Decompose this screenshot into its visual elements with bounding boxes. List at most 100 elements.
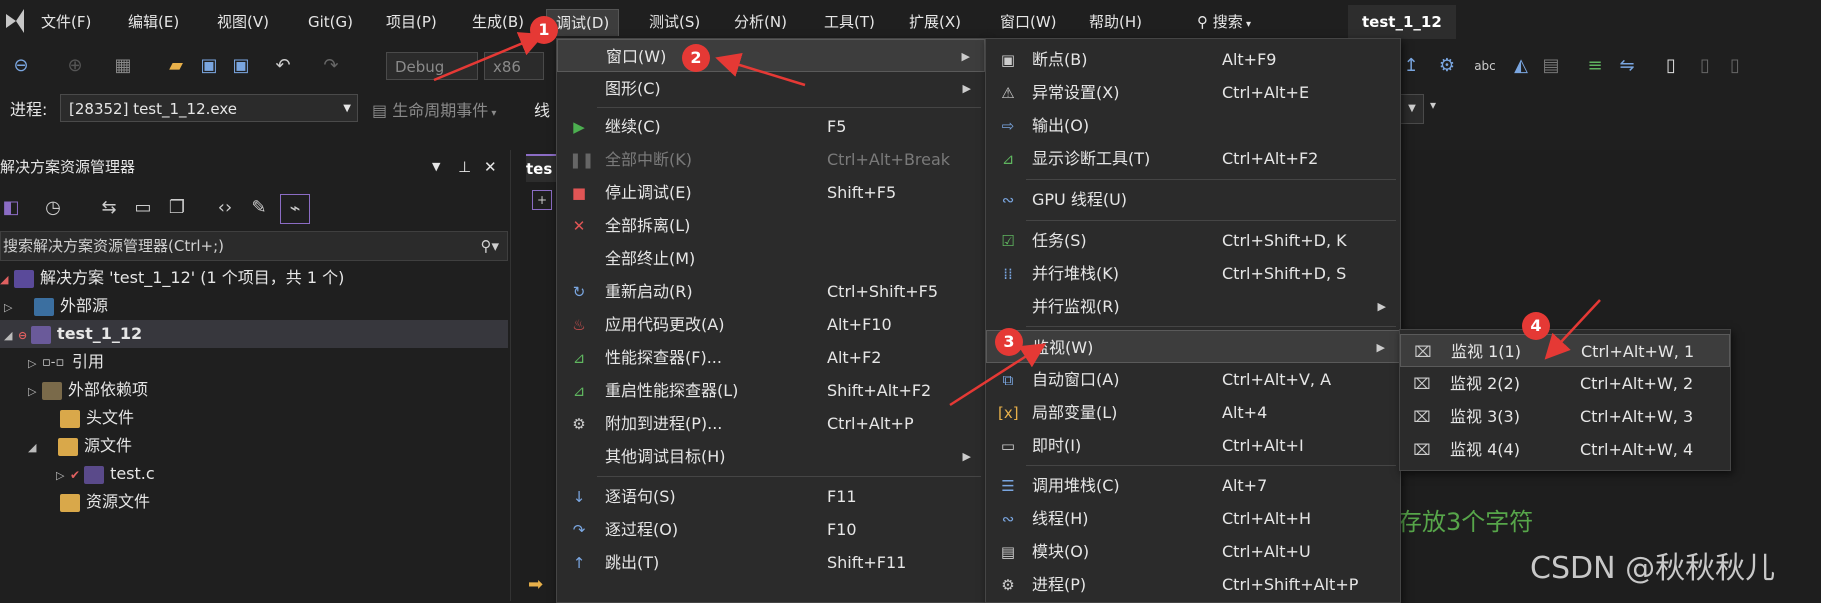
debug-menu-step-out[interactable]: ↑ 跳出(T) Shift+F11 <box>557 546 985 579</box>
close-icon[interactable]: ✕ <box>484 150 497 184</box>
menu-git[interactable]: Git(G) <box>299 9 362 35</box>
tree-project[interactable]: ◢ ⊖ test_1_12 <box>0 320 508 348</box>
window-menu-immediate[interactable]: ▭ 即时(I) Ctrl+Alt+I <box>986 429 1400 462</box>
debug-menu-continue[interactable]: ▶ 继续(C) F5 <box>557 110 985 143</box>
window-menu-watch[interactable]: 监视(W) ▶ <box>986 330 1400 363</box>
save-all-icon[interactable]: ▣ <box>230 55 252 77</box>
uncomment-icon[interactable]: ▤ <box>1540 55 1562 77</box>
menu-project[interactable]: 项目(P) <box>377 9 446 35</box>
window-menu-modules[interactable]: ▤ 模块(O) Ctrl+Alt+U <box>986 535 1400 568</box>
open-folder-icon[interactable]: ▰ <box>165 55 187 77</box>
spell-check-icon[interactable]: abc <box>1474 55 1496 77</box>
tree-test-c[interactable]: ▷ ✔ test.c <box>56 460 155 488</box>
menu-view[interactable]: 视图(V) <box>208 9 278 35</box>
redo-icon[interactable]: ↷ <box>320 55 342 77</box>
window-menu-call-stack[interactable]: ☰ 调用堆栈(C) Alt+7 <box>986 469 1400 502</box>
window-menu-parallel-stacks[interactable]: ⁞⁞ 并行堆栈(K) Ctrl+Shift+D, S <box>986 257 1400 290</box>
sync-icon[interactable]: ⇆ <box>98 197 120 219</box>
debug-menu-window[interactable]: 窗口(W) ▶ <box>557 39 985 72</box>
show-all-files-icon[interactable]: ❐ <box>166 197 188 219</box>
debug-menu-attach[interactable]: ⚙ 附加到进程(P)... Ctrl+Alt+P <box>557 407 985 440</box>
preview-selected-icon[interactable]: ⌁ <box>280 194 310 224</box>
vs-switch-icon[interactable]: ◧ <box>0 197 22 219</box>
window-menu-locals[interactable]: [x] 局部变量(L) Alt+4 <box>986 396 1400 429</box>
tree-references[interactable]: ▷ ▫-▫ 引用 <box>28 348 104 376</box>
properties-icon[interactable]: ✎ <box>248 197 270 219</box>
window-menu-autos[interactable]: ⧉ 自动窗口(A) Ctrl+Alt+V, A <box>986 363 1400 396</box>
bookmark-icon[interactable]: ▯ <box>1660 55 1682 77</box>
debug-menu-step-over[interactable]: ↷ 逐过程(O) F10 <box>557 513 985 546</box>
menu-analyze[interactable]: 分析(N) <box>725 9 796 35</box>
window-menu-tasks[interactable]: ☑ 任务(S) Ctrl+Shift+D, K <box>986 224 1400 257</box>
window-menu-parallel-watch[interactable]: 并行监视(R) ▶ <box>986 290 1400 323</box>
solution-search-input[interactable]: 搜索解决方案资源管理器(Ctrl+;) ⚲▾ <box>0 231 508 261</box>
debug-menu-profiler[interactable]: ⊿ 性能探查器(F)... Alt+F2 <box>557 341 985 374</box>
history-icon[interactable]: ◷ <box>42 197 64 219</box>
debug-menu-other-targets[interactable]: 其他调试目标(H) ▶ <box>557 440 985 473</box>
menu-test[interactable]: 测试(S) <box>640 9 709 35</box>
window-menu-exception-settings[interactable]: ⚠ 异常设置(X) Ctrl+Alt+E <box>986 76 1400 109</box>
window-menu-output[interactable]: ⇨ 输出(O) <box>986 109 1400 142</box>
debug-menu-step-into[interactable]: ↓ 逐语句(S) F11 <box>557 480 985 513</box>
menu-extensions[interactable]: 扩展(X) <box>900 9 970 35</box>
hot-reload-icon[interactable]: ⚙ <box>1436 55 1458 77</box>
tree-external-sources[interactable]: ▷ 外部源 <box>4 292 108 320</box>
pin-icon[interactable]: ⊥ <box>458 150 471 184</box>
format-icon[interactable]: ◭ <box>1510 55 1532 77</box>
lifecycle-events-button[interactable]: ▤ 生命周期事件 ▾ <box>372 97 496 121</box>
new-item-icon[interactable]: ▦ <box>112 55 134 77</box>
debug-menu-apply-code-changes[interactable]: ♨ 应用代码更改(A) Alt+F10 <box>557 308 985 341</box>
window-menu-gpu-threads[interactable]: ∾ GPU 线程(U) <box>986 183 1400 216</box>
chevron-right-icon: ▷ <box>28 357 37 370</box>
watch-menu-watch-2[interactable]: ⌧ 监视 2(2) Ctrl+Alt+W, 2 <box>1400 367 1730 400</box>
toolbar-overflow-icon[interactable]: ▾ <box>1430 98 1436 112</box>
chevron-right-icon: ▷ <box>4 301 13 314</box>
debug-menu-stop[interactable]: ■ 停止调试(E) Shift+F5 <box>557 176 985 209</box>
process-dropdown[interactable]: [28352] test_1_12.exe ▼ <box>60 94 358 122</box>
forward-icon[interactable]: ⊕ <box>64 55 86 77</box>
scope-icon[interactable]: + <box>532 190 552 210</box>
tree-external-deps[interactable]: ▷ 外部依赖项 <box>28 376 148 404</box>
window-menu-processes[interactable]: ⚙ 进程(P) Ctrl+Shift+Alt+P <box>986 568 1400 601</box>
collapse-all-icon[interactable]: ▭ <box>132 197 154 219</box>
step-icon[interactable]: ↥ <box>1400 55 1422 77</box>
indent-icon[interactable]: ≡ <box>1584 55 1606 77</box>
bookmark-prev-icon[interactable]: ▯ <box>1724 55 1746 77</box>
debug-menu-graphics[interactable]: 图形(C) ▶ <box>557 72 985 105</box>
menu-tools[interactable]: 工具(T) <box>815 9 884 35</box>
bookmark-next-icon[interactable]: ▯ <box>1694 55 1716 77</box>
debug-menu-terminate-all[interactable]: 全部终止(M) <box>557 242 985 275</box>
menu-file[interactable]: 文件(F) <box>32 9 100 35</box>
step-out-icon: ↑ <box>572 554 586 572</box>
window-menu-threads[interactable]: ∾ 线程(H) Ctrl+Alt+H <box>986 502 1400 535</box>
menu-edit[interactable]: 编辑(E) <box>119 9 188 35</box>
debug-menu-break-all[interactable]: ❚❚ 全部中断(K) Ctrl+Alt+Break <box>557 143 985 176</box>
outdent-icon[interactable]: ⇋ <box>1616 55 1638 77</box>
debug-menu-detach-all[interactable]: ✕ 全部拆离(L) <box>557 209 985 242</box>
undo-icon[interactable]: ↶ <box>272 55 294 77</box>
tree-source-files[interactable]: ◢ 源文件 <box>28 432 132 460</box>
tree-header-files[interactable]: 头文件 <box>60 404 134 432</box>
search-button[interactable]: ⚲ 搜索 ▾ <box>1188 9 1260 35</box>
save-icon[interactable]: ▣ <box>198 55 220 77</box>
menu-build[interactable]: 生成(B) <box>463 9 533 35</box>
debug-menu-restart[interactable]: ↻ 重新启动(R) Ctrl+Shift+F5 <box>557 275 985 308</box>
chevron-down-icon[interactable]: ▼ <box>432 150 440 184</box>
watch-menu-watch-4[interactable]: ⌧ 监视 4(4) Ctrl+Alt+W, 4 <box>1400 433 1730 466</box>
view-code-icon[interactable]: ‹› <box>214 197 236 219</box>
chevron-right-icon: ▷ <box>56 469 65 482</box>
back-icon[interactable]: ⊖ <box>10 55 32 77</box>
watch-menu-watch-3[interactable]: ⌧ 监视 3(3) Ctrl+Alt+W, 3 <box>1400 400 1730 433</box>
debug-menu-relaunch-profiler[interactable]: ⊿ 重启性能探查器(L) Shift+Alt+F2 <box>557 374 985 407</box>
menu-window[interactable]: 窗口(W) <box>991 9 1066 35</box>
tree-resource-files[interactable]: 资源文件 <box>60 488 150 516</box>
platform-dropdown[interactable]: x86 <box>484 52 544 80</box>
config-dropdown[interactable]: Debug <box>386 52 478 80</box>
window-menu-breakpoints[interactable]: ▣ 断点(B) Alt+F9 <box>986 43 1400 76</box>
tree-solution[interactable]: ◢ 解决方案 'test_1_12' (1 个项目，共 1 个) <box>0 264 344 292</box>
watch-menu-watch-1[interactable]: ⌧ 监视 1(1) Ctrl+Alt+W, 1 <box>1400 334 1730 367</box>
stack-frame-dropdown[interactable]: ▼ <box>1400 94 1424 124</box>
window-menu-diagnostic-tools[interactable]: ⊿ 显示诊断工具(T) Ctrl+Alt+F2 <box>986 142 1400 175</box>
annotation-badge-4: 4 <box>1522 312 1550 340</box>
menu-help[interactable]: 帮助(H) <box>1080 9 1151 35</box>
